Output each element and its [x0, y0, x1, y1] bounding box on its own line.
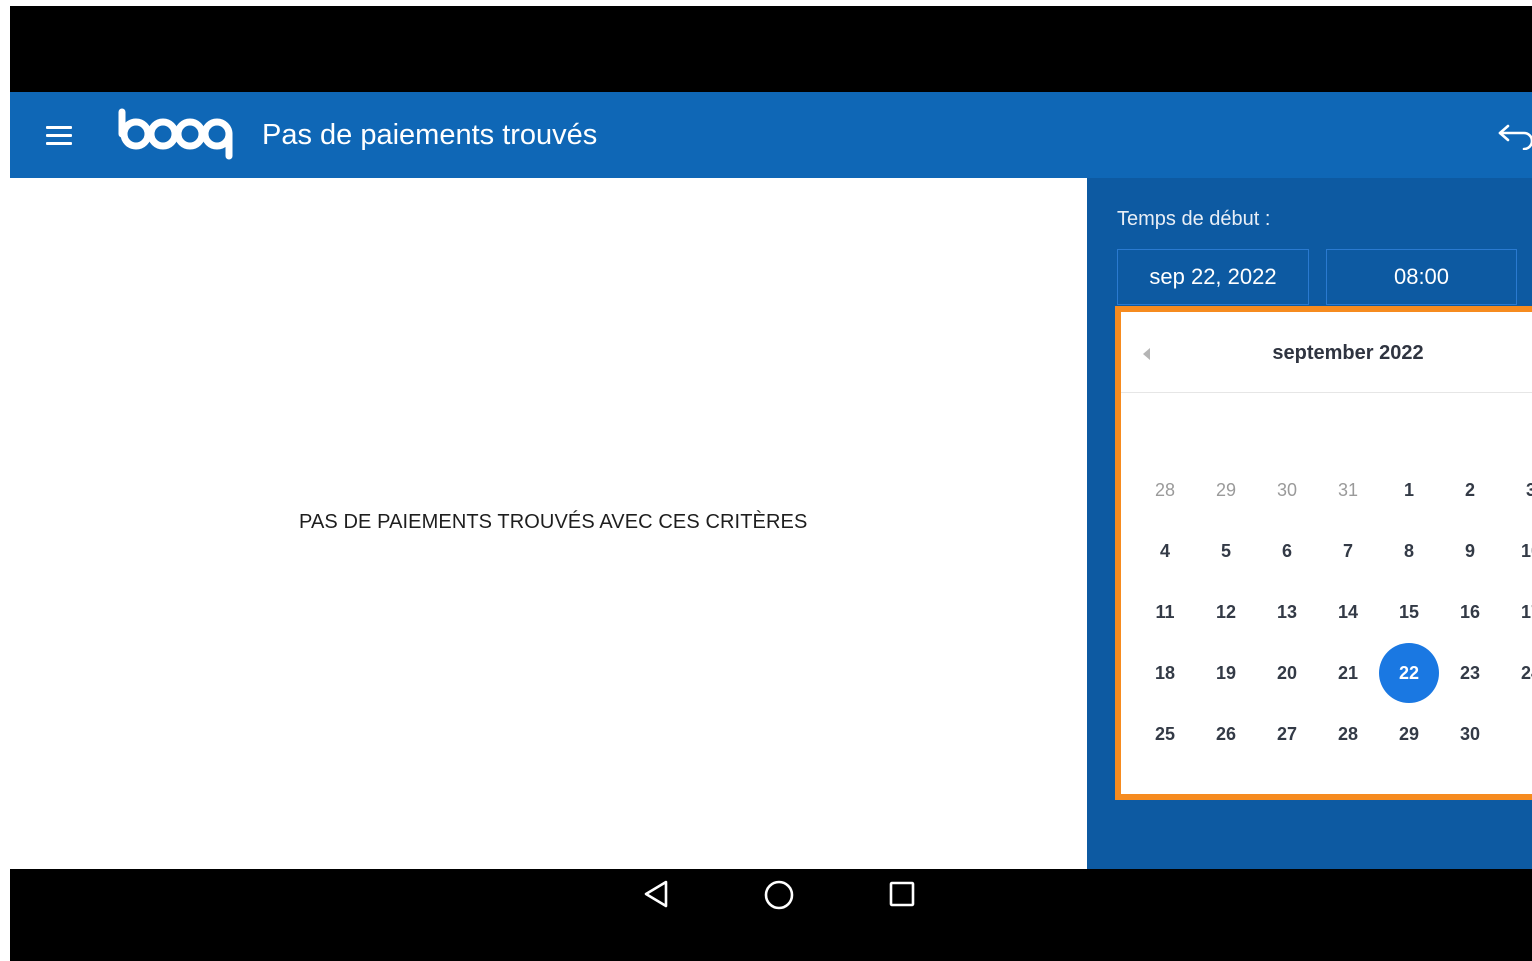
calendar-day[interactable]: 3 — [1501, 460, 1532, 520]
calendar-day[interactable]: 27 — [1257, 704, 1317, 764]
calendar-day[interactable]: 30 — [1440, 704, 1500, 764]
booq-logo: booq — [114, 106, 233, 160]
system-nav-bar — [10, 869, 1532, 961]
start-time-value: 08:00 — [1393, 264, 1450, 289]
square-recents-icon[interactable] — [888, 880, 916, 908]
empty-state-message: PAS DE PAIEMENTS TROUVÉS AVEC CES CRITÈR… — [299, 511, 808, 533]
calendar-day[interactable]: 17 — [1501, 582, 1532, 642]
calendar-day[interactable]: 8 — [1379, 521, 1439, 581]
calendar-day[interactable]: 7 — [1318, 521, 1378, 581]
calendar-day[interactable]: 19 — [1196, 643, 1256, 703]
status-bar — [10, 6, 1532, 92]
app-bar: booq Pas de paiements trouvés — [10, 92, 1532, 178]
start-time-field[interactable]: 08:00 — [1326, 249, 1517, 305]
month-title: september 2022 — [1272, 342, 1424, 364]
page-title: Pas de paiements trouvés — [262, 119, 598, 151]
calendar-day[interactable]: 24 — [1501, 643, 1532, 703]
calendar-day[interactable]: 11 — [1135, 582, 1195, 642]
payments-list-area: PAS DE PAIEMENTS TROUVÉS AVEC CES CRITÈR… — [10, 178, 1087, 869]
calendar-day[interactable]: 2 — [1440, 460, 1500, 520]
calendar-day[interactable]: 5 — [1196, 521, 1256, 581]
circle-home-icon[interactable] — [763, 879, 795, 911]
start-date-value: sep 22, 2022 — [1149, 264, 1277, 289]
left-margin — [0, 0, 10, 961]
start-date-field[interactable]: sep 22, 2022 — [1117, 249, 1309, 305]
calendar-day[interactable]: 28 — [1318, 704, 1378, 764]
calendar-day[interactable]: 20 — [1257, 643, 1317, 703]
date-picker-header: september 2022 — [1121, 312, 1532, 393]
calendar-day[interactable]: 6 — [1257, 521, 1317, 581]
calendar-day[interactable]: 26 — [1196, 704, 1256, 764]
calendar-day[interactable]: 14 — [1318, 582, 1378, 642]
calendar-day[interactable]: 25 — [1135, 704, 1195, 764]
menu-icon[interactable] — [46, 126, 72, 146]
calendar-day[interactable]: 4 — [1135, 521, 1195, 581]
undo-arrow-icon[interactable] — [1496, 120, 1532, 150]
date-picker: september 2022 2829303112345678910111213… — [1115, 306, 1532, 800]
calendar-day[interactable]: 28 — [1135, 460, 1195, 520]
filter-panel: Temps de début : sep 22, 2022 08:00 sept… — [1087, 178, 1532, 869]
calendar-day[interactable]: 15 — [1379, 582, 1439, 642]
calendar-day[interactable]: 29 — [1196, 460, 1256, 520]
calendar-day[interactable]: 29 — [1379, 704, 1439, 764]
calendar-day[interactable]: 13 — [1257, 582, 1317, 642]
calendar-day[interactable]: 9 — [1440, 521, 1500, 581]
selected-day[interactable]: 22 — [1379, 643, 1439, 703]
calendar-day[interactable]: 30 — [1257, 460, 1317, 520]
triangle-back-icon[interactable] — [642, 879, 672, 909]
calendar-day[interactable]: 16 — [1440, 582, 1500, 642]
brand-text: booq — [114, 106, 117, 107]
calendar-day[interactable]: 23 — [1440, 643, 1500, 703]
calendar-day[interactable]: 12 — [1196, 582, 1256, 642]
calendar-day[interactable]: 18 — [1135, 643, 1195, 703]
calendar-day[interactable]: 1 — [1379, 460, 1439, 520]
calendar-day[interactable]: 31 — [1318, 460, 1378, 520]
calendar-day[interactable]: 10 — [1501, 521, 1532, 581]
calendar-day[interactable]: 21 — [1318, 643, 1378, 703]
start-time-label: Temps de début : — [1117, 208, 1271, 230]
